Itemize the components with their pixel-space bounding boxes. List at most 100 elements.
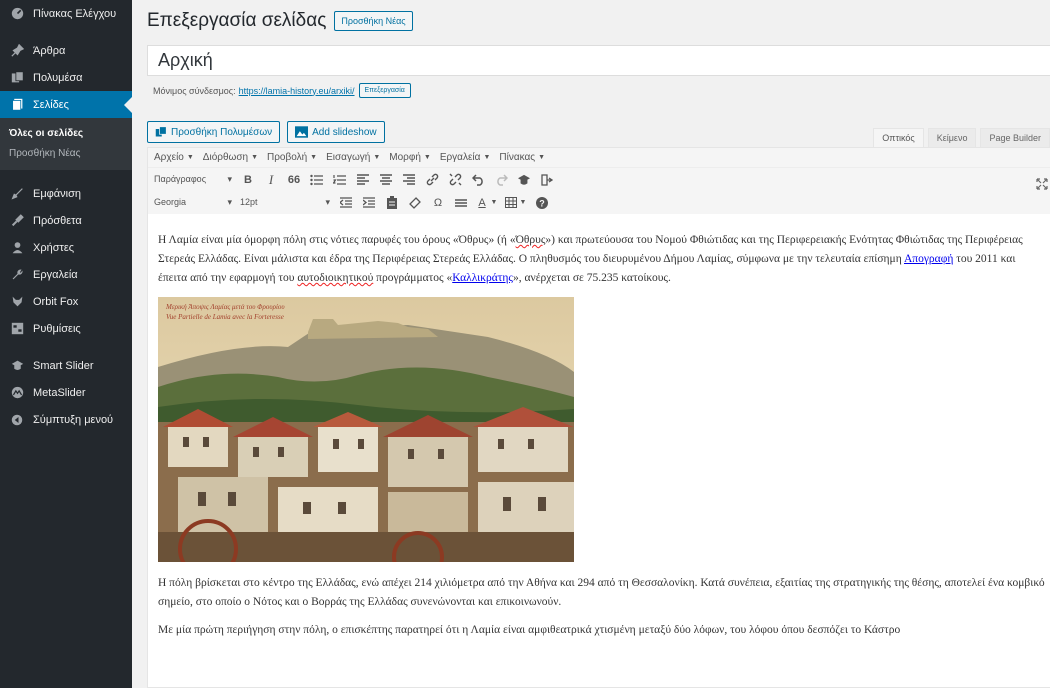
pages-icon: [9, 97, 25, 113]
permalink-label: Μόνιμος σύνδεσμος:: [153, 85, 236, 96]
caret-down-icon[interactable]: ▼: [490, 195, 498, 211]
menu-insert-label: Εισαγωγή: [326, 152, 371, 163]
unlink-icon[interactable]: [447, 172, 463, 188]
menu-collapse[interactable]: Σύμπτυξη μενού: [0, 406, 132, 433]
media-icon: [9, 70, 25, 86]
menu-tools-label: Εργαλεία: [439, 152, 481, 163]
horizontal-line-icon[interactable]: [453, 195, 469, 211]
menu-pages[interactable]: Σελίδες: [0, 91, 132, 118]
menu-label: Σύμπτυξη μενού: [33, 413, 114, 426]
menu-insert[interactable]: Εισαγωγή ▼: [326, 152, 380, 163]
wp-admin: Πίνακας Ελέγχου Άρθρα Πολυμέσα Σελίδες Ό…: [0, 0, 1050, 688]
tab-text[interactable]: Κείμενο: [927, 128, 977, 147]
link-census[interactable]: Απογραφή: [904, 253, 953, 265]
align-right-icon[interactable]: [401, 172, 417, 188]
menu-file-label: Αρχείο: [154, 152, 184, 163]
menu-tools[interactable]: Εργαλεία ▼: [440, 152, 491, 163]
outdent-icon[interactable]: [338, 195, 354, 211]
collapse-icon: [9, 412, 25, 428]
menu-settings[interactable]: Ρυθμίσεις: [0, 315, 132, 342]
menu-view[interactable]: Προβολή ▼: [267, 152, 317, 163]
permalink-link[interactable]: https://lamia-history.eu/arxiki/: [239, 86, 355, 96]
fullscreen-toggle-icon[interactable]: [539, 172, 555, 188]
menu-file[interactable]: Αρχείο ▼: [154, 152, 194, 163]
menu-appearance[interactable]: Εμφάνιση: [0, 180, 132, 207]
menu-format[interactable]: Μορφή ▼: [389, 152, 431, 163]
menu-label: Χρήστες: [33, 241, 75, 254]
slideshow-icon: [295, 126, 309, 138]
menu-plugins[interactable]: Πρόσθετα: [0, 207, 132, 234]
bullet-list-icon[interactable]: [309, 172, 325, 188]
text-color-button[interactable]: A: [476, 195, 488, 211]
plugins-icon: [9, 213, 25, 229]
submenu-all-pages[interactable]: Όλες οι σελίδες: [0, 123, 132, 143]
font-family-select[interactable]: Georgia ▾: [154, 197, 240, 208]
menu-label: Πρόσθετα: [33, 214, 82, 227]
caret-down-icon: ▼: [186, 154, 194, 161]
italic-button[interactable]: I: [263, 172, 279, 188]
post-title-input[interactable]: [147, 45, 1050, 76]
menu-metaslider[interactable]: MetaSlider: [0, 379, 132, 406]
menu-edit-label: Διόρθωση: [202, 152, 249, 163]
caret-down-icon: ▼: [483, 154, 491, 161]
distraction-free-icon[interactable]: [1036, 178, 1048, 193]
add-new-button[interactable]: Προσθήκη Νέας: [334, 11, 413, 31]
menu-edit[interactable]: Διόρθωση ▼: [203, 152, 258, 163]
indent-icon[interactable]: [361, 195, 377, 211]
menu-media[interactable]: Πολυμέσα: [0, 64, 132, 91]
add-slideshow-label: Add slideshow: [312, 126, 377, 138]
tinymce-editor: Αρχείο ▼ Διόρθωση ▼ Προβολή ▼ Εισαγωγή ▼ Μορ…: [147, 147, 1050, 688]
special-character-button[interactable]: Ω: [430, 195, 446, 211]
fox-icon: [9, 294, 25, 310]
table-icon[interactable]: [505, 195, 517, 211]
paragraph-intro: Η Λαμία είναι μία όμορφη πόλη στις νότιε…: [158, 231, 1046, 288]
menu-posts[interactable]: Άρθρα: [0, 37, 132, 64]
link-kallikratis[interactable]: Καλλικράτης: [452, 272, 513, 284]
align-center-icon[interactable]: [378, 172, 394, 188]
media-buttons: Προσθήκη Πολυμέσων Add slideshow: [147, 121, 392, 143]
add-slideshow-button[interactable]: Add slideshow: [287, 121, 385, 143]
slider-icon: [9, 358, 25, 374]
caret-down-icon: ▾: [325, 197, 330, 207]
tab-visual[interactable]: Οπτικός: [873, 128, 924, 147]
blockquote-button[interactable]: 66: [286, 172, 302, 188]
menu-label: MetaSlider: [33, 386, 86, 399]
menu-smart-slider[interactable]: Smart Slider: [0, 352, 132, 379]
menu-tools[interactable]: Εργαλεία: [0, 261, 132, 288]
users-icon: [9, 240, 25, 256]
redo-icon[interactable]: [493, 172, 509, 188]
undo-icon[interactable]: [470, 172, 486, 188]
clear-formatting-icon[interactable]: [407, 195, 423, 211]
menu-label: Orbit Fox: [33, 295, 79, 308]
menu-users[interactable]: Χρήστες: [0, 234, 132, 261]
add-media-button[interactable]: Προσθήκη Πολυμέσων: [147, 121, 281, 143]
submenu-add-new[interactable]: Προσθήκη Νέας: [0, 143, 132, 163]
align-left-icon[interactable]: [355, 172, 371, 188]
add-media-label: Προσθήκη Πολυμέσων: [171, 126, 273, 138]
text-run: προγράμματος «: [373, 272, 453, 284]
editor-content[interactable]: Η Λαμία είναι μία όμορφη πόλη στις νότιε…: [158, 231, 1046, 649]
dashboard-icon: [9, 6, 25, 22]
tab-page-builder[interactable]: Page Builder: [980, 128, 1050, 147]
caret-down-icon[interactable]: ▼: [519, 195, 527, 211]
photo-caption-french: Vue Partielle de Lamia avec la Forteress…: [166, 313, 284, 321]
smart-slider-icon[interactable]: [516, 172, 532, 188]
format-select[interactable]: Παράγραφος ▾: [154, 174, 240, 185]
numbered-list-icon[interactable]: [332, 172, 348, 188]
menu-orbit-fox[interactable]: Orbit Fox: [0, 288, 132, 315]
caret-down-icon: ▼: [423, 154, 431, 161]
menu-label: Πολυμέσα: [33, 71, 83, 84]
lamia-postcard-image[interactable]: Μερική Άποψις Λαμίας μετά του Φρουρίου V…: [158, 297, 574, 562]
font-size-select[interactable]: 12pt ▾: [240, 197, 338, 208]
menu-dashboard[interactable]: Πίνακας Ελέγχου: [0, 0, 132, 27]
paste-text-icon[interactable]: [384, 195, 400, 211]
menu-table[interactable]: Πίνακας ▼: [499, 152, 545, 163]
help-icon[interactable]: ?: [534, 195, 550, 211]
caret-down-icon: ▼: [538, 154, 546, 161]
editor-tabs: Οπτικός Κείμενο Page Builder: [869, 128, 1050, 147]
caret-down-icon: ▾: [227, 174, 232, 184]
link-icon[interactable]: [424, 172, 440, 188]
menu-label: Ρυθμίσεις: [33, 322, 81, 335]
bold-button[interactable]: B: [240, 172, 256, 188]
edit-permalink-button[interactable]: Επεξεργασία: [358, 83, 411, 98]
